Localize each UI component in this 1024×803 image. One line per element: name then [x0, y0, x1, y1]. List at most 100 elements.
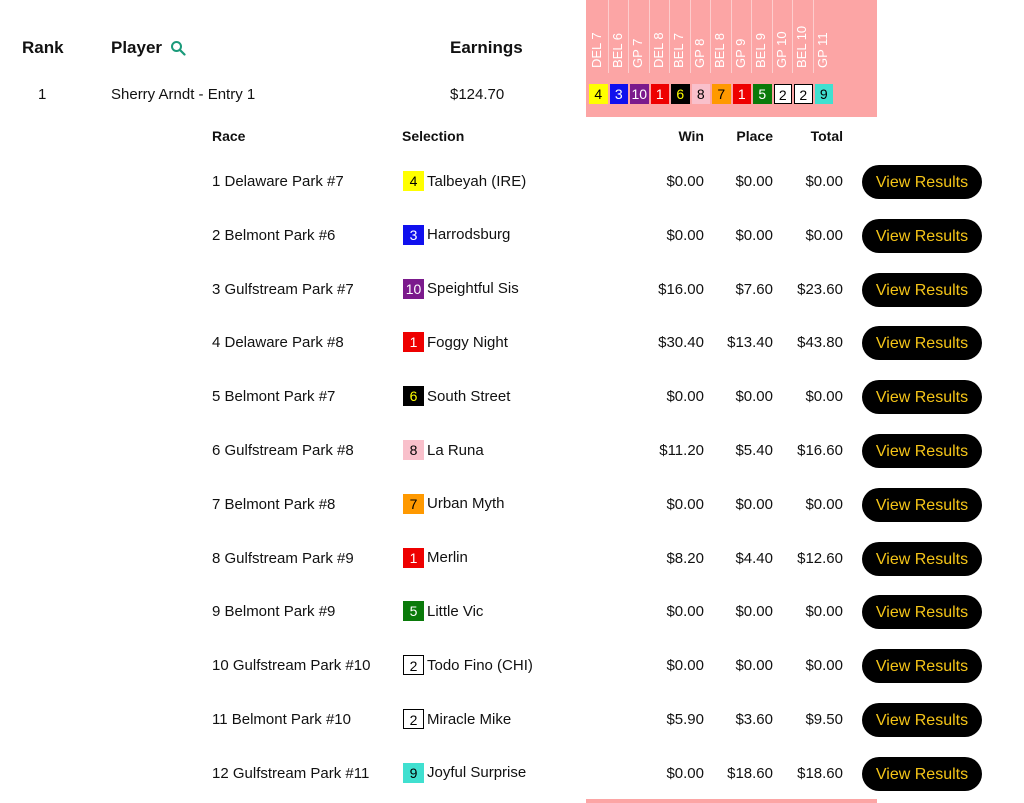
- entry-pick-chip: 8: [691, 84, 710, 104]
- view-results-button[interactable]: View Results: [862, 434, 982, 468]
- view-results-button[interactable]: View Results: [862, 218, 982, 253]
- post-position-chip: 1: [403, 332, 424, 353]
- place-amount: $0.00: [735, 657, 773, 675]
- race-name: 9 Belmont Park #9: [212, 603, 336, 621]
- horse-name: Merlin: [427, 549, 468, 567]
- place-amount: $0.00: [735, 388, 773, 406]
- total-amount: $16.60: [797, 442, 843, 459]
- race-column-divider: [689, 0, 691, 73]
- race-column-divider: [669, 0, 670, 73]
- race-row: 6 Gulfstream Park #8 8 La Runa $11.20 $5.40 $…: [0, 434, 1024, 468]
- race-column-divider: [648, 0, 650, 73]
- race-name: 2 Belmont Park #6: [212, 226, 336, 244]
- race-row: 8 Gulfstream Park #9 1 Merlin $8.20 $4.40 $12…: [0, 541, 1024, 576]
- horse-name: Foggy Night: [427, 333, 508, 351]
- win-amount: $0.00: [666, 603, 704, 621]
- view-results-button[interactable]: View Results: [862, 487, 982, 522]
- race-column-label: GP 8: [691, 38, 707, 68]
- win-amount: $8.20: [666, 549, 704, 567]
- selection-cell: 1 Merlin: [403, 547, 468, 568]
- selection-cell: 7 Urban Myth: [403, 493, 505, 514]
- horse-name: South Street: [427, 387, 511, 405]
- total-amount: $23.60: [797, 280, 843, 298]
- race-name: 8 Gulfstream Park #9: [212, 549, 354, 567]
- place-amount: $0.00: [735, 226, 773, 244]
- race-row: 7 Belmont Park #8 7 Urban Myth $0.00 $0.00 $0…: [0, 487, 1024, 522]
- entry-pick-chip: 3: [609, 84, 628, 104]
- entry-picks-row: 4 3 10 1 6 8 7 1 5 2 2 9: [589, 84, 833, 106]
- search-icon[interactable]: [170, 40, 186, 56]
- place-amount: $7.60: [735, 280, 773, 298]
- horse-name: Miracle Mike: [427, 710, 512, 728]
- race-column-divider: [607, 0, 609, 73]
- win-amount: $0.00: [666, 495, 704, 513]
- race-column-label: DEL 7: [589, 32, 604, 68]
- post-position-chip: 5: [403, 601, 424, 622]
- race-row: 2 Belmont Park #6 3 Harrodsburg $0.00 $0.00 $…: [0, 218, 1024, 253]
- race-column-label: BEL 9: [753, 33, 768, 68]
- post-position-chip: 2: [403, 709, 424, 729]
- view-results-button[interactable]: View Results: [862, 649, 982, 684]
- horse-name: Joyful Surprise: [427, 764, 527, 782]
- selection-header: Selection: [402, 128, 465, 144]
- entry-pick-chip: 4: [589, 84, 608, 104]
- post-position-chip: 7: [403, 493, 424, 514]
- entry-pick-chip: 6: [671, 84, 690, 104]
- total-header: Total: [810, 128, 843, 144]
- place-amount: $3.60: [735, 711, 773, 728]
- place-amount: $0.00: [735, 603, 773, 621]
- entry-pick-chip: 1: [650, 84, 669, 104]
- entry-pick-chip: 2: [773, 84, 792, 104]
- selection-cell: 9 Joyful Surprise: [403, 762, 527, 783]
- total-amount: $9.50: [805, 711, 843, 728]
- race-row: 5 Belmont Park #7 6 South Street $0.00 $0.00…: [0, 380, 1024, 415]
- total-amount: $0.00: [805, 495, 843, 513]
- total-amount: $0.00: [805, 226, 843, 244]
- view-results-button[interactable]: View Results: [862, 703, 982, 737]
- race-row: 10 Gulfstream Park #10 2 Todo Fino (CHI) $0…: [0, 649, 1024, 684]
- view-results-button[interactable]: View Results: [862, 326, 982, 361]
- race-row: 4 Delaware Park #8 1 Foggy Night $30.40 $13.…: [0, 326, 1024, 361]
- post-position-chip: 4: [403, 171, 424, 191]
- view-results-button[interactable]: View Results: [862, 380, 982, 415]
- player-name[interactable]: Sherry Arndt - Entry 1: [111, 86, 255, 103]
- view-results-button[interactable]: View Results: [862, 165, 982, 199]
- post-position-chip: 6: [403, 386, 424, 407]
- race-column-label: GP 10: [773, 31, 789, 68]
- entry-pick-chip: 10: [630, 84, 649, 104]
- total-amount: $0.00: [805, 173, 843, 190]
- place-amount: $18.60: [727, 764, 773, 782]
- view-results-button[interactable]: View Results: [862, 541, 982, 576]
- race-column-divider: [751, 0, 752, 73]
- win-amount: $0.00: [666, 173, 704, 190]
- entry-pick-chip: 1: [732, 84, 751, 104]
- post-position-chip: 10: [403, 278, 424, 299]
- horse-name: Talbeyah (IRE): [427, 172, 527, 190]
- race-name: 5 Belmont Park #7: [212, 388, 336, 406]
- horse-name: Urban Myth: [427, 495, 505, 513]
- view-results-button[interactable]: View Results: [862, 272, 982, 307]
- place-amount: $13.40: [727, 334, 773, 352]
- place-amount: $0.00: [735, 173, 773, 190]
- view-results-button[interactable]: View Results: [862, 595, 982, 630]
- view-results-button[interactable]: View Results: [862, 756, 982, 791]
- total-amount: $0.00: [805, 603, 843, 621]
- total-amount: $43.80: [797, 334, 843, 352]
- player-earnings: $124.70: [450, 86, 505, 103]
- total-amount: $12.60: [797, 549, 843, 567]
- place-amount: $4.40: [735, 549, 773, 567]
- race-name: 12 Gulfstream Park #11: [212, 764, 370, 782]
- race-column-label: BEL 8: [712, 33, 727, 68]
- selection-cell: 3 Harrodsburg: [403, 224, 510, 245]
- win-amount: $0.00: [666, 764, 704, 782]
- selection-cell: 2 Miracle Mike: [403, 709, 511, 729]
- place-amount: $5.40: [735, 442, 773, 459]
- race-name: 10 Gulfstream Park #10: [212, 657, 371, 675]
- race-column-label: DEL 8: [650, 32, 666, 68]
- race-row: 1 Delaware Park #7 4 Talbeyah (IRE) $0.00 $0…: [0, 165, 1024, 199]
- rank-column-header: Rank: [22, 38, 64, 57]
- win-amount: $30.40: [658, 334, 704, 352]
- race-column-divider: [730, 0, 732, 73]
- win-amount: $16.00: [658, 280, 704, 298]
- race-column-divider: [812, 0, 814, 73]
